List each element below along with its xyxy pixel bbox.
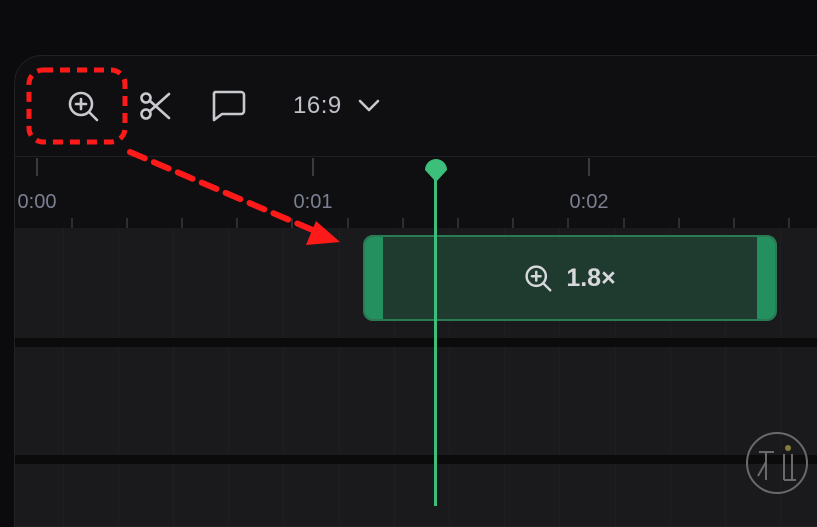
watermark-logo (746, 432, 808, 494)
ruler-minor-tick (567, 218, 569, 228)
ruler-label-1: 0:01 (293, 191, 333, 213)
split-button[interactable] (137, 86, 173, 126)
ruler-label-2: 0:02 (569, 191, 609, 213)
chevron-down-icon (358, 99, 380, 112)
ruler-minor-tick (71, 218, 73, 228)
ruler-minor-tick (788, 218, 790, 228)
time-ruler[interactable]: 0:00 0:01 0:02 (15, 156, 817, 229)
ruler-major-tick (36, 158, 38, 176)
zoom-level-label: 1.8× (566, 263, 616, 292)
grid-line (339, 228, 340, 526)
grid-line (173, 228, 174, 526)
track-area[interactable]: 1.8× (15, 228, 817, 526)
track-divider (15, 455, 817, 464)
clip-trim-handle-right[interactable] (757, 237, 775, 319)
ruler-minor-tick (181, 218, 183, 228)
comment-button[interactable] (208, 86, 248, 126)
zoom-effect-clip[interactable]: 1.8× (363, 235, 777, 321)
playhead-handle[interactable] (421, 153, 451, 183)
comment-icon (212, 90, 246, 122)
ruler-minor-tick (457, 218, 459, 228)
aspect-ratio-label: 16:9 (293, 92, 342, 119)
clip-trim-handle-left[interactable] (365, 237, 383, 319)
grid-line (283, 228, 284, 526)
ruler-minor-tick (236, 218, 238, 228)
ruler-minor-tick (733, 218, 735, 228)
ruler-minor-tick (678, 218, 680, 228)
grid-line (228, 228, 229, 526)
toolbar: 16:9 (15, 56, 817, 156)
ruler-minor-tick (623, 218, 625, 228)
ruler-minor-tick (512, 218, 514, 228)
zoom-button[interactable] (65, 86, 101, 126)
ruler-label-0: 0:00 (17, 191, 57, 213)
timeline-panel: 16:9 0:00 0:01 0:02 1.8× (14, 55, 817, 527)
aspect-ratio-dropdown[interactable]: 16:9 (293, 86, 393, 126)
ruler-minor-tick (402, 218, 404, 228)
track-divider (15, 338, 817, 347)
zoom-in-icon (525, 265, 552, 292)
ruler-major-tick (312, 158, 314, 176)
ruler-minor-tick (347, 218, 349, 228)
playhead-line[interactable] (434, 165, 437, 506)
ruler-minor-tick (126, 218, 128, 228)
grid-line (118, 228, 119, 526)
grid-line (63, 228, 64, 526)
scissors-icon (140, 92, 171, 120)
ruler-major-tick (588, 158, 590, 176)
zoom-in-icon (68, 91, 99, 122)
ruler-minor-tick (291, 218, 293, 228)
